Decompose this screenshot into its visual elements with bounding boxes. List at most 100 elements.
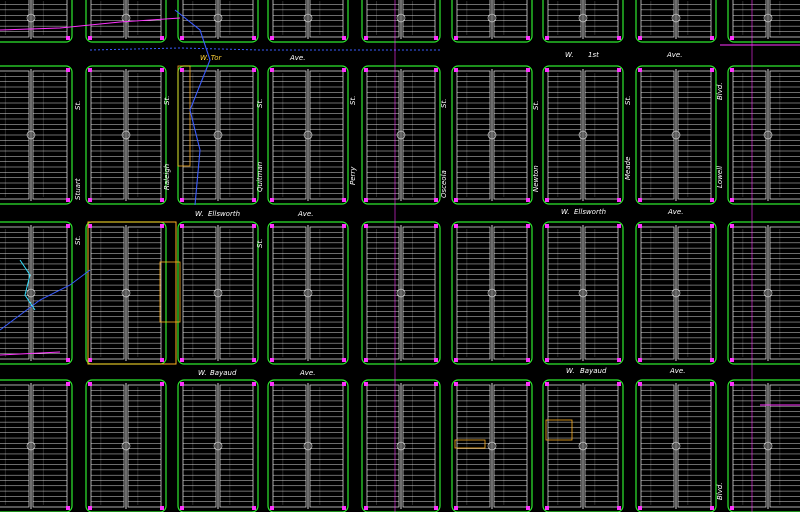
street-label-1st: 1st (588, 51, 599, 59)
survey-marker (252, 68, 256, 72)
cad-map-viewport[interactable]: W. Tor Ave. W. 1st Ave. W. Ellsworth Ave… (0, 0, 800, 512)
lot-column (769, 384, 800, 508)
city-block (451, 65, 533, 205)
block-outline (727, 0, 800, 43)
survey-marker (160, 358, 164, 362)
street-label-bayaud-w2: W. (566, 367, 575, 375)
survey-marker (66, 358, 70, 362)
street-label-blvd-1: Blvd. (716, 82, 724, 100)
city-block (451, 221, 533, 365)
survey-marker (270, 36, 274, 40)
lot-column (493, 226, 528, 360)
city-block (542, 0, 624, 43)
street-grid-map[interactable]: W. Tor Ave. W. 1st Ave. W. Ellsworth Ave… (0, 0, 800, 512)
street-label-osceola: Osceola (440, 170, 448, 198)
lot-column (769, 226, 800, 360)
street-label-ellsworth-ave1: Ave. (297, 210, 313, 218)
city-block (727, 0, 800, 43)
survey-marker (545, 198, 549, 202)
utility-line (0, 17, 181, 31)
survey-marker (252, 358, 256, 362)
survey-marker (270, 506, 274, 510)
street-label-st-9: St. (256, 239, 264, 248)
survey-marker (434, 68, 438, 72)
city-block (177, 0, 259, 43)
survey-marker (342, 36, 346, 40)
survey-marker (545, 36, 549, 40)
city-block (85, 65, 167, 205)
survey-marker (180, 382, 184, 386)
survey-marker (638, 198, 642, 202)
survey-marker (730, 224, 734, 228)
survey-marker (364, 36, 368, 40)
lot-column (677, 226, 712, 360)
survey-marker (617, 382, 621, 386)
block-outline (0, 221, 73, 365)
survey-marker (252, 224, 256, 228)
survey-marker (180, 506, 184, 510)
lot-column (547, 384, 582, 508)
city-block (635, 379, 717, 512)
survey-marker (270, 358, 274, 362)
street-label-st-1: St. (74, 101, 82, 110)
survey-marker (730, 506, 734, 510)
lot-column (584, 226, 619, 360)
city-block (635, 0, 717, 43)
lot-column (732, 384, 767, 508)
survey-marker (342, 224, 346, 228)
lot-column (0, 226, 30, 360)
survey-marker (364, 382, 368, 386)
survey-marker (710, 224, 714, 228)
lot-column (402, 384, 436, 508)
survey-marker (526, 506, 530, 510)
street-label-bayaud-w1: W. (198, 369, 207, 377)
survey-marker (342, 198, 346, 202)
lot-column (32, 226, 68, 360)
survey-marker (730, 68, 734, 72)
survey-marker (180, 68, 184, 72)
survey-marker (710, 198, 714, 202)
survey-marker (88, 506, 92, 510)
city-block (0, 221, 73, 365)
survey-marker (66, 198, 70, 202)
street-label-newton: Newton (532, 165, 540, 192)
survey-marker (454, 224, 458, 228)
street-label-st-5: St. (440, 99, 448, 108)
lot-column (732, 226, 767, 360)
survey-marker (434, 506, 438, 510)
street-label-bayaud-ave1: Ave. (299, 369, 315, 377)
street-label-ellsworth-1: Ellsworth (208, 210, 240, 218)
survey-marker (252, 36, 256, 40)
street-label-ellsworth-2: Ellsworth (574, 208, 606, 216)
parcel-overlay (545, 419, 573, 441)
lot-column (182, 384, 217, 508)
survey-marker (66, 382, 70, 386)
survey-marker (617, 506, 621, 510)
block-outline (0, 379, 73, 512)
survey-marker (617, 224, 621, 228)
city-block (85, 0, 167, 43)
city-block (85, 221, 167, 365)
city-block (727, 65, 800, 205)
city-block (451, 379, 533, 512)
city-block (361, 221, 441, 365)
city-block (727, 221, 800, 365)
city-block (0, 65, 73, 205)
survey-marker (66, 36, 70, 40)
lot-column (127, 384, 162, 508)
survey-marker (638, 36, 642, 40)
survey-marker (434, 382, 438, 386)
survey-marker (638, 224, 642, 228)
survey-marker (454, 68, 458, 72)
survey-marker (526, 198, 530, 202)
survey-marker (252, 382, 256, 386)
lot-column (90, 384, 125, 508)
street-label-bayaud-2: Bayaud (580, 367, 607, 375)
parcel-overlay (159, 261, 181, 323)
city-block (267, 0, 349, 43)
survey-marker (180, 36, 184, 40)
survey-marker (160, 506, 164, 510)
city-block (635, 65, 717, 205)
survey-marker (638, 506, 642, 510)
survey-marker (710, 358, 714, 362)
